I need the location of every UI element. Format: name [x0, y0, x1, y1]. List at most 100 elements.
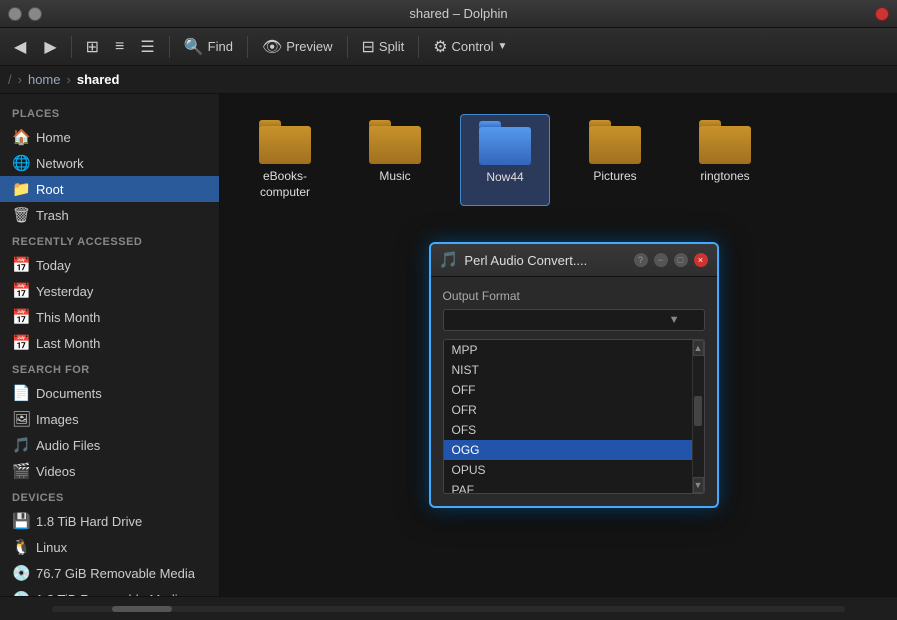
toolbar-separator-3: [247, 36, 248, 58]
back-button[interactable]: ◀: [6, 33, 34, 61]
audio-icon: 🎵: [12, 436, 30, 454]
scrollbar-thumb: [112, 606, 172, 612]
sidebar-item-root[interactable]: 📁 Root: [0, 176, 219, 202]
listbox-item-nist[interactable]: NIST: [444, 360, 692, 380]
folder-icon-pictures: [589, 120, 641, 164]
listbox-items: MPP NIST OFF OFR OFS OGG OPUS PAF PVF RA: [444, 340, 692, 493]
breadcrumb-home[interactable]: home: [28, 72, 61, 87]
file-item-pictures[interactable]: Pictures: [570, 114, 660, 206]
output-format-select[interactable]: ▼: [443, 309, 705, 331]
sidebar-item-network[interactable]: 🌐 Network: [0, 150, 219, 176]
sidebar-item-today[interactable]: 📅 Today: [0, 252, 219, 278]
view-compact-button[interactable]: ≡: [107, 33, 132, 61]
sidebar-item-removable1[interactable]: 💿 76.7 GiB Removable Media: [0, 560, 219, 586]
listbox-item-ofs[interactable]: OFS: [444, 420, 692, 440]
hdd-icon: 💾: [12, 512, 30, 530]
nav-buttons: ◀ ▶: [6, 33, 65, 61]
sidebar-item-audio[interactable]: 🎵 Audio Files: [0, 432, 219, 458]
today-icon: 📅: [12, 256, 30, 274]
find-button[interactable]: 🔍 Find: [176, 33, 241, 61]
file-label-ebooks: eBooks-computer: [246, 169, 324, 200]
folder-icon-ringtones: [699, 120, 751, 164]
sidebar-item-documents[interactable]: 📄 Documents: [0, 380, 219, 406]
file-label-ringtones: ringtones: [700, 169, 749, 185]
preview-button[interactable]: 👁 Preview: [254, 33, 341, 61]
sidebar-item-linux[interactable]: 🐧 Linux: [0, 534, 219, 560]
file-item-now44[interactable]: Now44: [460, 114, 550, 206]
toolbar-separator-4: [347, 36, 348, 58]
file-item-ebooks[interactable]: eBooks-computer: [240, 114, 330, 206]
window-controls-left: [8, 7, 42, 21]
dialog-app-icon: 🎵: [439, 250, 459, 270]
dialog-help-button[interactable]: ?: [633, 252, 649, 268]
sidebar-item-trash-label: Trash: [36, 208, 69, 223]
dialog-maximize-button[interactable]: □: [673, 252, 689, 268]
folder-icon-ebooks: [259, 120, 311, 164]
dialog-titlebar: 🎵 Perl Audio Convert.... ? − □ ×: [431, 244, 717, 277]
listbox-item-ofr[interactable]: OFR: [444, 400, 692, 420]
sidebar-item-this-month[interactable]: 📅 This Month: [0, 304, 219, 330]
dialog-window-controls: ? − □ ×: [633, 252, 709, 268]
file-item-music[interactable]: Music: [350, 114, 440, 206]
search-for-header: Search For: [0, 356, 219, 380]
scroll-track: [693, 356, 704, 477]
listbox-item-mpp[interactable]: MPP: [444, 340, 692, 360]
removable1-icon: 💿: [12, 564, 30, 582]
breadcrumb-current: shared: [77, 72, 120, 87]
control-button[interactable]: ⚙ Control ▼: [425, 33, 515, 61]
view-icons-button[interactable]: ⊞: [78, 33, 107, 61]
view-details-button[interactable]: ☰: [132, 33, 162, 61]
sidebar-item-last-month[interactable]: 📅 Last Month: [0, 330, 219, 356]
forward-icon: ▶: [44, 37, 56, 57]
sidebar-item-home-label: Home: [36, 130, 71, 145]
folder-icon-music: [369, 120, 421, 164]
home-icon: 🏠: [12, 128, 30, 146]
sidebar-item-removable1-label: 76.7 GiB Removable Media: [36, 566, 195, 581]
sidebar-item-documents-label: Documents: [36, 386, 102, 401]
dialog-minimize-button[interactable]: −: [653, 252, 669, 268]
scroll-up-button[interactable]: ▲: [693, 340, 704, 356]
split-label: Split: [379, 39, 404, 54]
file-item-ringtones[interactable]: ringtones: [680, 114, 770, 206]
back-icon: ◀: [14, 37, 26, 57]
sidebar-item-home[interactable]: 🏠 Home: [0, 124, 219, 150]
files-view: eBooks-computer Music Now44: [220, 94, 897, 226]
sidebar-item-videos-label: Videos: [36, 464, 76, 479]
trash-icon: 🗑: [12, 206, 30, 224]
select-arrow-icon: ▼: [669, 314, 680, 326]
split-icon: ⊟: [362, 37, 375, 57]
folder-icon-now44: [479, 121, 531, 165]
output-format-label: Output Format: [443, 289, 705, 303]
forward-button[interactable]: ▶: [36, 33, 64, 61]
minimize-button[interactable]: [8, 7, 22, 21]
scroll-down-button[interactable]: ▼: [693, 477, 704, 493]
sidebar-item-videos[interactable]: 🎬 Videos: [0, 458, 219, 484]
window-controls-right: [875, 7, 889, 21]
sidebar-item-network-label: Network: [36, 156, 84, 171]
sidebar-item-images[interactable]: 🖼 Images: [0, 406, 219, 432]
listbox-item-paf[interactable]: PAF: [444, 480, 692, 493]
sidebar-item-yesterday-label: Yesterday: [36, 284, 93, 299]
listbox-item-opus[interactable]: OPUS: [444, 460, 692, 480]
split-button[interactable]: ⊟ Split: [354, 33, 413, 61]
window-title: shared – Dolphin: [42, 6, 875, 21]
maximize-button[interactable]: [28, 7, 42, 21]
details-view-icon: ☰: [140, 37, 154, 57]
dialog-close-button[interactable]: ×: [693, 252, 709, 268]
listbox-item-ogg[interactable]: OGG: [444, 440, 692, 460]
close-button[interactable]: [875, 7, 889, 21]
dialog-title-group: 🎵 Perl Audio Convert....: [439, 250, 588, 270]
sidebar-item-removable2[interactable]: 💿 1.8 TiB Removable Media: [0, 586, 219, 596]
places-header: Places: [0, 100, 219, 124]
search-icon: 🔍: [184, 37, 204, 57]
documents-icon: 📄: [12, 384, 30, 402]
scrollbar-track[interactable]: [52, 606, 845, 612]
sidebar-item-yesterday[interactable]: 📅 Yesterday: [0, 278, 219, 304]
sidebar-item-trash[interactable]: 🗑 Trash: [0, 202, 219, 228]
content-area: eBooks-computer Music Now44: [220, 94, 897, 596]
listbox-item-off[interactable]: OFF: [444, 380, 692, 400]
format-listbox[interactable]: MPP NIST OFF OFR OFS OGG OPUS PAF PVF RA: [443, 339, 705, 494]
listbox-scrollbar[interactable]: ▲ ▼: [692, 340, 704, 493]
sidebar-item-hdd[interactable]: 💾 1.8 TiB Hard Drive: [0, 508, 219, 534]
compact-view-icon: ≡: [115, 38, 124, 56]
